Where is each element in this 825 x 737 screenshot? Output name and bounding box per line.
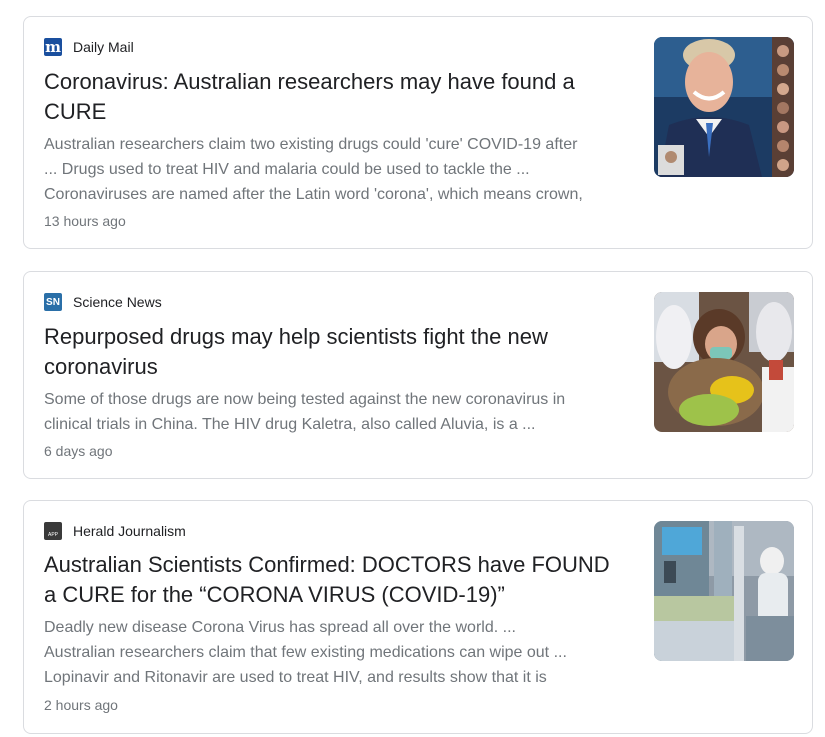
news-snippet: Some of those drugs are now being tested… — [44, 391, 566, 433]
news-timestamp: 2 hours ago — [44, 697, 118, 713]
news-thumbnail[interactable] — [654, 292, 794, 432]
news-snippet: Deadly new disease Corona Virus has spre… — [44, 619, 567, 686]
news-card[interactable]: APP Herald Journalism Australian Scienti… — [23, 500, 813, 734]
science-news-logo-icon: SN — [44, 293, 62, 311]
smiling-man-photo — [654, 37, 794, 177]
news-card[interactable]: SN Science News Repurposed drugs may hel… — [23, 271, 813, 479]
daily-mail-logo-icon: m — [44, 38, 62, 56]
news-source[interactable]: SN Science News — [44, 293, 162, 311]
source-name: Herald Journalism — [73, 523, 186, 539]
news-headline[interactable]: Coronavirus: Australian researchers may … — [44, 67, 624, 127]
news-snippet: Australian researchers claim two existin… — [44, 136, 583, 203]
news-source[interactable]: m Daily Mail — [44, 38, 134, 56]
herald-journalism-logo-icon: APP — [44, 522, 62, 540]
news-card[interactable]: m Daily Mail Coronavirus: Australian res… — [23, 16, 813, 249]
source-name: Science News — [73, 294, 162, 310]
masked-patient-photo — [654, 292, 794, 432]
news-headline[interactable]: Australian Scientists Confirmed: DOCTORS… — [44, 550, 624, 610]
news-thumbnail[interactable] — [654, 37, 794, 177]
news-thumbnail[interactable] — [654, 521, 794, 661]
source-name: Daily Mail — [73, 39, 134, 55]
news-timestamp: 6 days ago — [44, 443, 113, 459]
news-headline[interactable]: Repurposed drugs may help scientists fig… — [44, 322, 624, 382]
news-timestamp: 13 hours ago — [44, 213, 126, 229]
hospital-ward-photo — [654, 521, 794, 661]
news-source[interactable]: APP Herald Journalism — [44, 522, 186, 540]
